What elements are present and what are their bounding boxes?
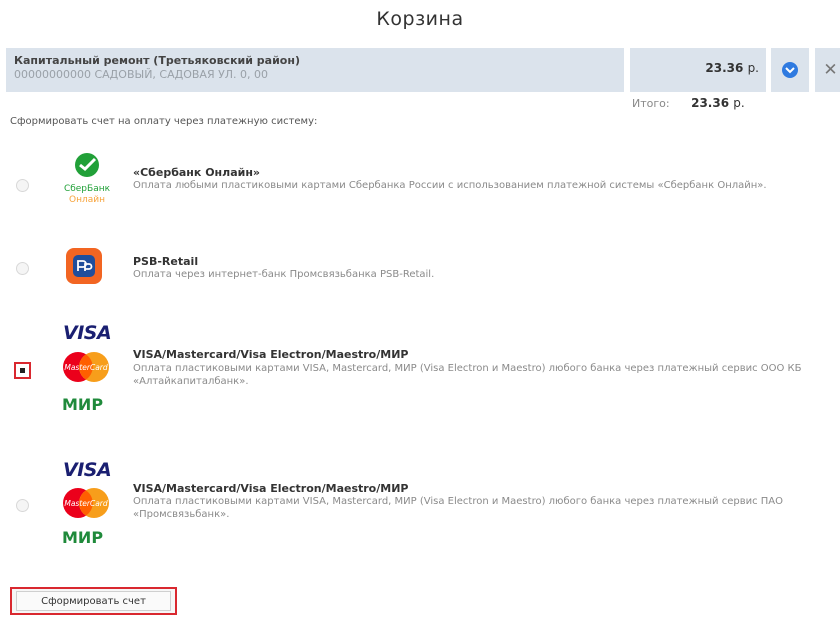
sberbank-icon: [75, 153, 99, 177]
close-icon: ✕: [823, 60, 838, 80]
sberbank-logo: СберБанк Онлайн: [52, 150, 122, 212]
cart-item-address: 00000000000 САДОВЫЙ, САДОВАЯ УЛ. 0, 00: [14, 68, 269, 81]
payment-option-sberbank: СберБанк Онлайн «Сбербанк Онлайн» Оплата…: [0, 150, 840, 220]
radio-selected-dot: [20, 368, 25, 373]
payment-option-cards-psb: VISA MasterCard МИР VISA/Mastercard/Visa…: [0, 457, 840, 557]
submit-invoice-label: Сформировать счет: [16, 591, 171, 611]
cart-total-value: 23.36: [691, 96, 730, 110]
cart-item-price-value: 23.36: [705, 61, 744, 75]
mir-logo: МИР: [62, 528, 104, 547]
cart-item-expand-button[interactable]: [771, 48, 809, 92]
payment-intro-text: Сформировать счет на оплату через платеж…: [10, 116, 318, 127]
payment-option-title: PSB-Retail: [133, 255, 199, 268]
sberbank-logo-subtext: Онлайн: [69, 195, 105, 205]
payment-radio-sberbank[interactable]: [16, 179, 29, 192]
svg-text:MasterCard: MasterCard: [64, 363, 108, 372]
cart-total-currency: р.: [733, 96, 745, 110]
payment-option-cards-altaikapitalbank: VISA MasterCard МИР VISA/Mastercard/Visa…: [0, 320, 840, 420]
payment-option-title: «Сбербанк Онлайн»: [133, 166, 261, 179]
sberbank-logo-text: СберБанк: [63, 184, 111, 194]
cart-item-price-currency: р.: [747, 61, 759, 75]
payment-option-title: VISA/Mastercard/Visa Electron/Maestro/МИ…: [133, 482, 409, 495]
chevron-down-icon: [782, 62, 798, 78]
payment-radio-psb[interactable]: [16, 262, 29, 275]
payment-option-title: VISA/Mastercard/Visa Electron/Maestro/МИ…: [133, 348, 409, 361]
cart-item-row: Капитальный ремонт (Третьяковский район)…: [6, 48, 840, 92]
visa-logo: VISA: [63, 459, 112, 481]
cart-item-price: 23.36 р.: [630, 48, 766, 92]
cart-total: Итого: 23.36 р.: [632, 96, 745, 110]
mastercard-logo-icon: MasterCard: [63, 488, 109, 518]
payment-option-description: Оплата через интернет-банк Промсвязьбанк…: [133, 269, 435, 280]
payment-radio-cards-psb[interactable]: [16, 499, 29, 512]
mir-logo: МИР: [62, 395, 104, 414]
payment-option-psb: PSB-Retail Оплата через интернет-банк Пр…: [0, 240, 840, 295]
payment-radio-cards-altaikapitalbank[interactable]: [14, 362, 31, 379]
payment-option-description: Оплата пластиковыми картами VISA, Master…: [133, 363, 802, 387]
visa-logo: VISA: [63, 322, 112, 344]
cart-item-name: Капитальный ремонт (Третьяковский район): [14, 54, 300, 67]
submit-invoice-button[interactable]: Сформировать счет: [10, 587, 177, 615]
payment-option-description: Оплата пластиковыми картами VISA, Master…: [133, 496, 783, 520]
svg-text:MasterCard: MasterCard: [64, 499, 108, 508]
cart-item-remove-button[interactable]: ✕: [815, 48, 840, 92]
psb-logo-icon: [66, 248, 102, 284]
mastercard-logo-icon: MasterCard: [63, 352, 109, 382]
page-title: Корзина: [376, 8, 464, 30]
payment-option-description: Оплата любыми пластиковыми картами Сберб…: [133, 180, 767, 191]
cart-item-description: Капитальный ремонт (Третьяковский район)…: [6, 48, 624, 92]
cart-total-label: Итого:: [632, 97, 670, 110]
